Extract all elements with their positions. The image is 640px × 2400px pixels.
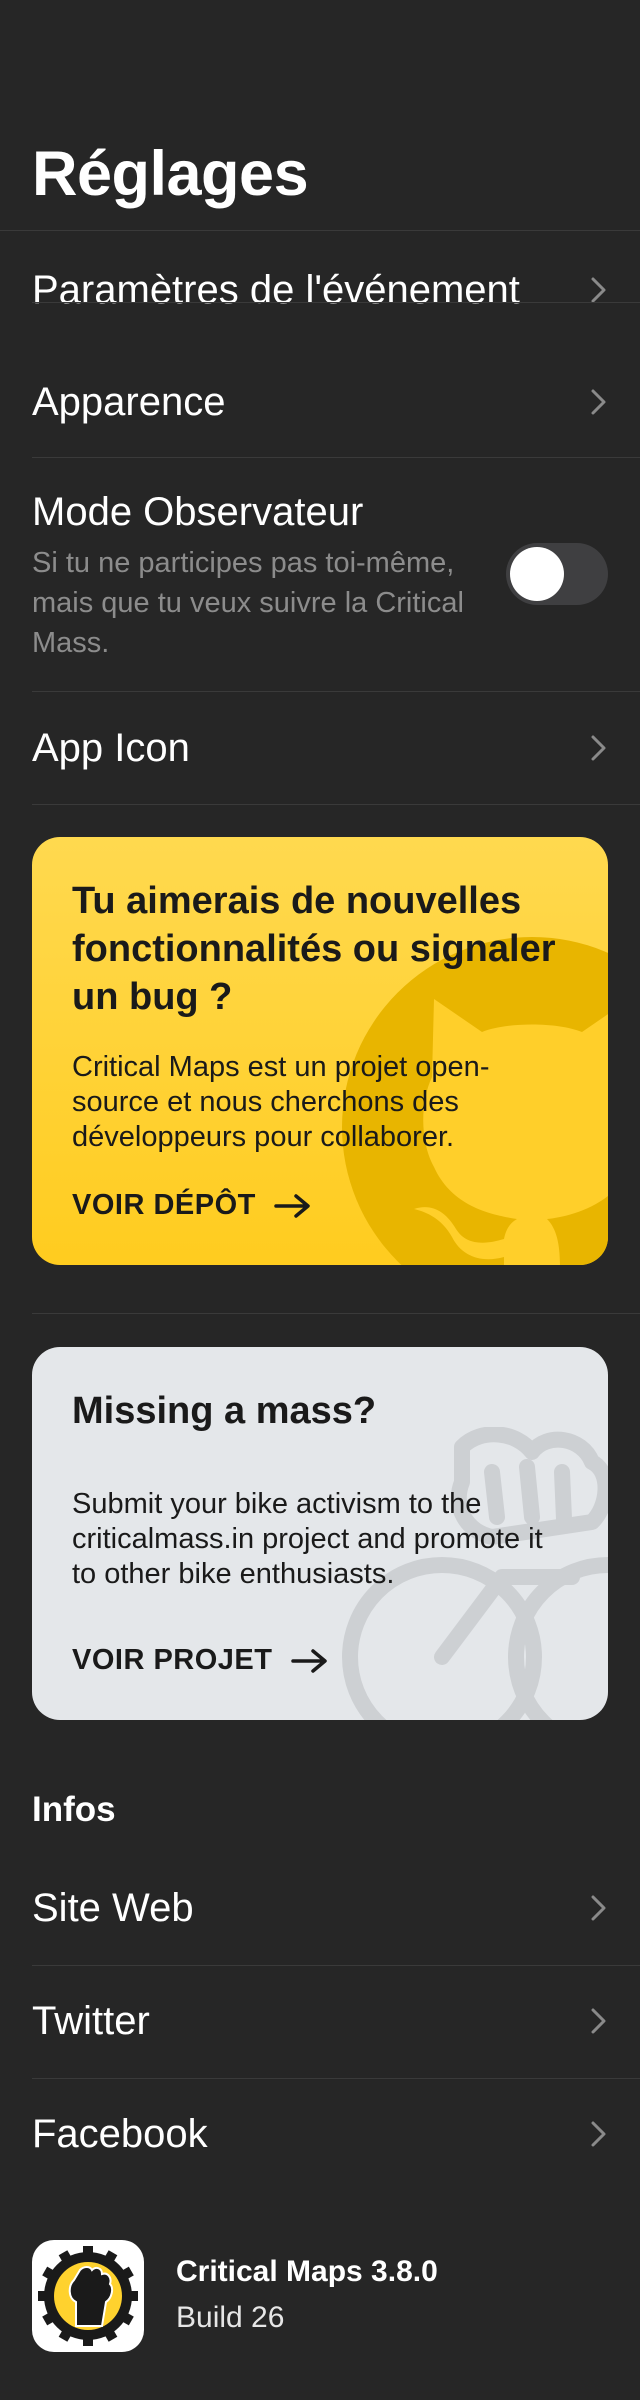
missing-mass-card-title: Missing a mass? (72, 1390, 377, 1432)
settings-screen: Réglages Paramètres de l'événement Appar… (0, 0, 640, 2400)
arrow-right-icon (274, 1193, 310, 1218)
chevron-right-icon (591, 277, 606, 303)
info-row-twitter[interactable]: Twitter (0, 1981, 640, 2061)
github-card[interactable]: Tu aimerais de nouvelles fonctionnalités… (32, 837, 608, 1265)
observer-mode-toggle[interactable] (506, 543, 608, 605)
view-repo-label: VOIR DÉPÔT (72, 1189, 256, 1221)
observer-mode-description: Si tu ne participes pas toi-même, mais q… (32, 547, 464, 659)
chevron-right-icon (591, 1895, 606, 1921)
divider (32, 2078, 640, 2079)
divider (32, 691, 640, 692)
info-row-twitter-label: Twitter (32, 1998, 150, 2043)
title-divider (0, 230, 640, 231)
toggle-knob (510, 547, 564, 601)
view-project-button[interactable]: VOIR PROJET (72, 1644, 329, 1677)
app-build: Build 26 (176, 2301, 285, 2334)
settings-row-appearance-label: Apparence (32, 379, 226, 424)
chevron-right-icon (591, 2008, 606, 2034)
app-logo (32, 2240, 144, 2352)
divider (32, 302, 640, 303)
info-row-website-label: Site Web (32, 1885, 194, 1930)
chevron-right-icon (591, 2121, 606, 2147)
observer-mode-title: Mode Observateur (32, 490, 364, 534)
divider (32, 1313, 640, 1314)
arrow-right-icon (290, 1648, 327, 1673)
view-repo-button[interactable]: VOIR DÉPÔT (72, 1189, 312, 1222)
view-project-label: VOIR PROJET (72, 1644, 273, 1676)
info-row-facebook[interactable]: Facebook (0, 2094, 640, 2174)
app-version: Critical Maps 3.8.0 (176, 2255, 438, 2288)
github-card-title: Tu aimerais de nouvelles fonctionnalités… (72, 880, 556, 1018)
settings-row-event-label: Paramètres de l'événement (32, 267, 520, 312)
chevron-right-icon (591, 389, 606, 415)
chevron-right-icon (591, 735, 606, 761)
missing-mass-card-body: Submit your bike activism to the critica… (72, 1488, 543, 1590)
page-title: Réglages (32, 139, 309, 209)
settings-row-event[interactable]: Paramètres de l'événement (0, 250, 640, 330)
github-card-body: Critical Maps est un projet open-source … (72, 1051, 490, 1153)
info-row-website[interactable]: Site Web (0, 1868, 640, 1948)
divider (32, 457, 640, 458)
divider (32, 1965, 640, 1966)
info-section-header: Infos (32, 1790, 116, 1829)
divider (32, 804, 640, 805)
settings-row-app-icon[interactable]: App Icon (0, 708, 640, 788)
settings-row-appearance[interactable]: Apparence (0, 362, 640, 442)
critical-maps-logo-icon (38, 2246, 138, 2346)
info-row-facebook-label: Facebook (32, 2111, 208, 2156)
settings-row-app-icon-label: App Icon (32, 725, 190, 770)
missing-mass-card[interactable]: Missing a mass? Submit your bike activis… (32, 1347, 608, 1720)
